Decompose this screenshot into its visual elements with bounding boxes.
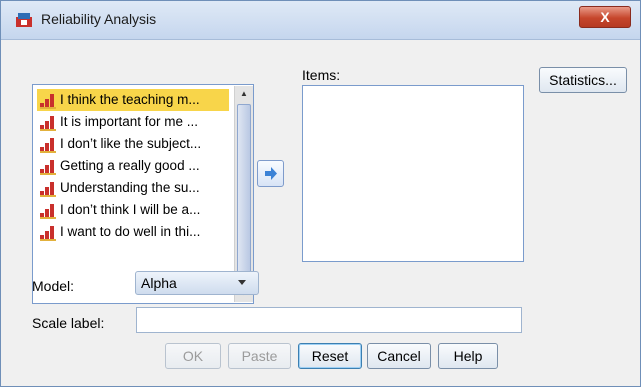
model-value: Alpha	[141, 275, 177, 291]
items-list[interactable]	[302, 85, 524, 262]
variable-label: I want to do well in thi...	[60, 224, 201, 239]
items-label: Items:	[302, 67, 341, 83]
chevron-down-icon	[238, 280, 246, 285]
scale-variable-icon	[40, 182, 56, 197]
scroll-up-arrow-icon[interactable]: ▲	[236, 86, 252, 102]
scale-label-label: Scale label:	[32, 315, 105, 331]
list-item[interactable]: Understanding the su...	[37, 177, 229, 199]
model-dropdown[interactable]: Alpha	[135, 271, 259, 295]
variable-label: I don’t like the subject...	[60, 136, 202, 151]
variable-label: I think the teaching m...	[60, 92, 200, 107]
list-item[interactable]: I want to do well in thi...	[37, 221, 229, 243]
variable-label: Getting a really good ...	[60, 158, 200, 173]
paste-button[interactable]: Paste	[228, 343, 291, 369]
scroll-thumb[interactable]	[237, 104, 251, 280]
dialog-body: I think the teaching m... It is importan…	[9, 45, 632, 379]
scale-variable-icon	[40, 116, 56, 131]
close-button[interactable]: X	[579, 6, 631, 28]
scale-variable-icon	[40, 138, 56, 153]
move-to-items-button[interactable]	[257, 160, 284, 187]
statistics-button[interactable]: Statistics...	[539, 67, 627, 93]
list-item[interactable]: It is important for me ...	[37, 111, 229, 133]
variable-label: Understanding the su...	[60, 180, 200, 195]
list-item[interactable]: I don’t like the subject...	[37, 133, 229, 155]
scale-variable-icon	[40, 94, 56, 109]
scale-variable-icon	[40, 226, 56, 241]
reset-button[interactable]: Reset	[298, 343, 362, 369]
window-title: Reliability Analysis	[41, 11, 157, 27]
help-button[interactable]: Help	[438, 343, 498, 369]
scale-variable-icon	[40, 160, 56, 175]
variable-label: I don’t think I will be a...	[60, 202, 201, 217]
variable-list-scrollbar[interactable]: ▲ ▼	[234, 86, 253, 302]
list-item[interactable]: Getting a really good ...	[37, 155, 229, 177]
cancel-button[interactable]: Cancel	[367, 343, 431, 369]
list-item[interactable]: I don’t think I will be a...	[37, 199, 229, 221]
right-arrow-icon	[265, 167, 277, 180]
ok-button[interactable]: OK	[165, 343, 221, 369]
app-icon	[16, 13, 32, 27]
reliability-analysis-dialog: Reliability Analysis X I think the teach…	[0, 0, 641, 387]
variable-label: It is important for me ...	[60, 114, 199, 129]
scale-label-input[interactable]	[136, 307, 522, 333]
scale-variable-icon	[40, 204, 56, 219]
list-item[interactable]: I think the teaching m...	[37, 89, 229, 111]
model-label: Model:	[32, 278, 75, 294]
title-bar: Reliability Analysis X	[1, 1, 640, 40]
